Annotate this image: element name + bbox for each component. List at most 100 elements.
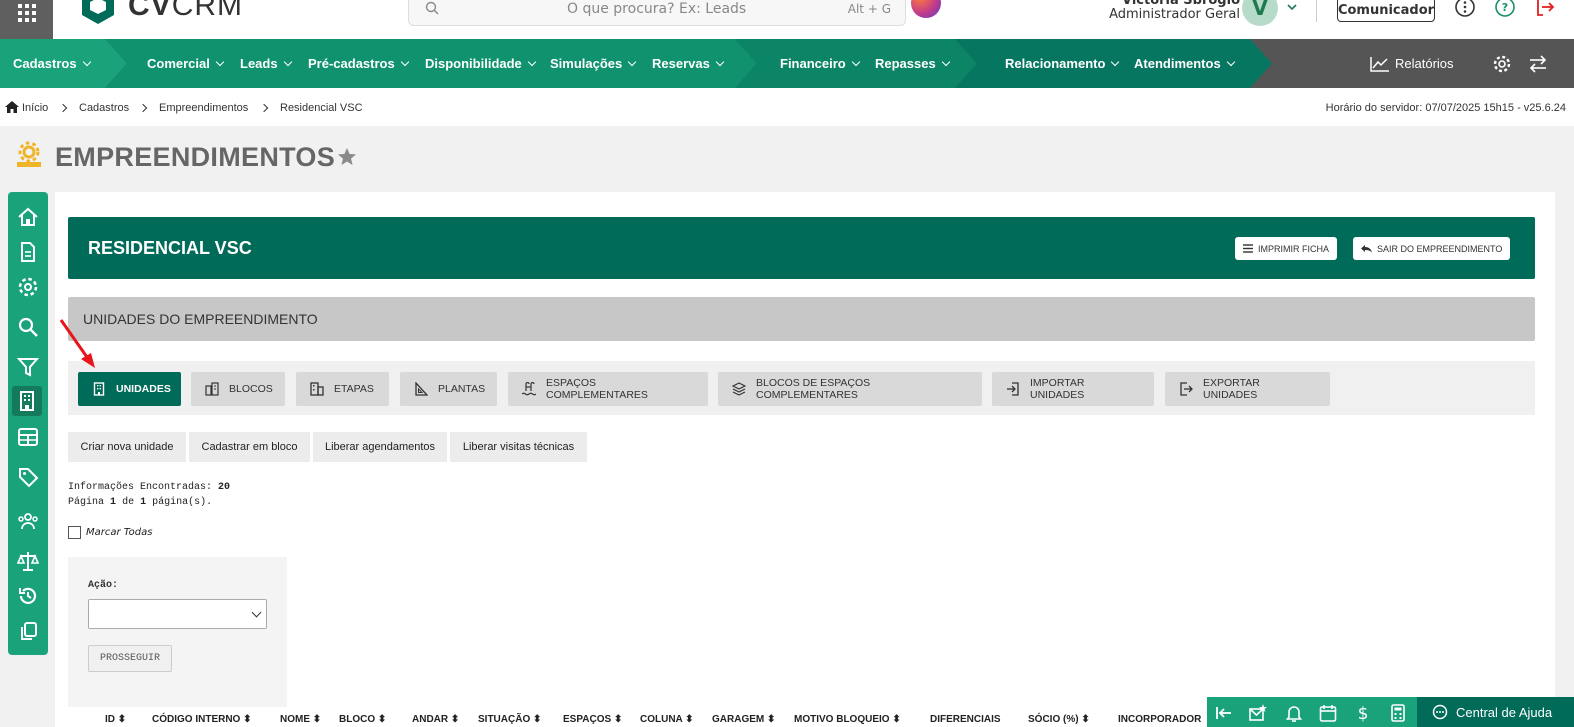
more-options-icon[interactable]	[1454, 0, 1476, 18]
results-count-line: Informações Encontradas: 20	[68, 482, 231, 493]
section-bar: UNIDADES DO EMPREENDIMENTO	[68, 297, 1535, 341]
apps-grid-icon	[17, 3, 36, 22]
tab-importar-unidades[interactable]: IMPORTAR UNIDADES	[992, 372, 1154, 406]
nav-relacionamento[interactable]: Relacionamento	[1005, 39, 1120, 88]
breadcrumb-empreendimentos[interactable]: Empreendimentos	[159, 102, 248, 114]
blocks-icon	[205, 382, 219, 396]
annotation-arrow	[59, 319, 95, 368]
home-icon[interactable]	[17, 206, 39, 228]
column-header-espacos[interactable]: ESPAÇOS ⬍	[563, 714, 622, 725]
column-header-motivo-bloqueio[interactable]: MOTIVO BLOQUEIO ⬍	[794, 714, 901, 725]
empreendimento-header: RESIDENCIAL VSC IMPRIMIR FICHA SAIR DO E…	[68, 217, 1535, 279]
proceed-button[interactable]: PROSSEGUIR	[88, 645, 172, 672]
breadcrumb-inicio[interactable]: Início	[22, 102, 48, 114]
logo[interactable]: CVCRM	[78, 0, 243, 26]
nav-simulacoes[interactable]: Simulações	[550, 39, 637, 88]
exit-empreendimento-button[interactable]: SAIR DO EMPREENDIMENTO	[1353, 237, 1511, 260]
mail-star-icon[interactable]	[1249, 704, 1267, 722]
release-schedules-button[interactable]: Liberar agendamentos	[313, 432, 447, 462]
nav-relatorios[interactable]: Relatórios	[1370, 39, 1454, 88]
document-icon[interactable]	[17, 241, 39, 263]
calculator-icon[interactable]	[1389, 704, 1407, 722]
tab-etapas[interactable]: ETAPAS	[296, 372, 389, 406]
chevron-down-icon	[251, 607, 262, 618]
tab-blocos[interactable]: BLOCOS	[191, 372, 285, 406]
column-header-coluna[interactable]: COLUNA ⬍	[640, 714, 694, 725]
search-icon[interactable]	[17, 316, 39, 338]
ai-assistant-orb[interactable]	[911, 0, 941, 18]
nav-comercial[interactable]: Comercial	[147, 39, 225, 88]
home-icon	[5, 101, 19, 113]
action-select[interactable]	[88, 599, 267, 629]
chevron-down-icon	[400, 57, 409, 66]
nav-pre-cadastros[interactable]: Pré-cadastros	[308, 39, 409, 88]
column-header-andar[interactable]: ANDAR ⬍	[412, 714, 459, 725]
history-icon[interactable]	[17, 585, 39, 607]
column-header-incorporador[interactable]: INCORPORADOR	[1118, 714, 1201, 725]
breadcrumb: Início Cadastros Empreendimentos Residen…	[0, 88, 1574, 126]
chat-bubble-icon	[1432, 704, 1448, 720]
breadcrumb-cadastros[interactable]: Cadastros	[79, 102, 129, 114]
user-info[interactable]: Victoria Sbrogio Administrador Geral	[1109, 0, 1240, 22]
chevron-down-icon	[715, 57, 725, 66]
create-unit-button[interactable]: Criar nova unidade	[68, 432, 186, 462]
bell-icon[interactable]	[1285, 704, 1303, 722]
search-shortcut: Alt + G	[847, 2, 891, 16]
main-navigation: Cadastros Comercial Leads Pré-cadastros …	[0, 39, 1574, 88]
nav-atendimentos[interactable]: Atendimentos	[1134, 39, 1235, 88]
global-search[interactable]: O que procura? Ex: Leads Alt + G	[408, 0, 906, 26]
tab-plantas[interactable]: PLANTAS	[400, 372, 497, 406]
breadcrumb-current: Residencial VSC	[280, 102, 363, 114]
table-icon[interactable]	[17, 426, 39, 448]
chevron-down-icon	[527, 57, 537, 66]
tab-unidades[interactable]: UNIDADES	[78, 372, 181, 406]
gear-building-icon	[17, 141, 41, 167]
tab-blocos-espacos-complementares[interactable]: BLOCOS DE ESPAÇOS COMPLEMENTARES	[718, 372, 982, 406]
column-header-codigo-interno[interactable]: CÓDIGO INTERNO ⬍	[152, 714, 252, 725]
page-title: EMPREENDIMENTOS	[55, 142, 336, 172]
nav-repasses[interactable]: Repasses	[875, 39, 950, 88]
column-header-situacao[interactable]: SITUAÇÃO ⬍	[478, 714, 541, 725]
scale-icon[interactable]	[17, 550, 39, 572]
users-icon[interactable]	[17, 510, 39, 532]
tab-exportar-unidades[interactable]: EXPORTAR UNIDADES	[1165, 372, 1330, 406]
nav-leads[interactable]: Leads	[240, 39, 292, 88]
communicator-button[interactable]: Comunicador	[1337, 0, 1435, 22]
column-header-id[interactable]: ID ⬍	[105, 714, 126, 725]
star-icon[interactable]	[337, 147, 357, 167]
dollar-icon[interactable]: $	[1354, 704, 1372, 722]
column-header-garagem[interactable]: GARAGEM ⬍	[712, 714, 775, 725]
apps-menu-button[interactable]	[0, 0, 53, 39]
select-all[interactable]: Marcar Todas	[68, 526, 152, 539]
print-sheet-button[interactable]: IMPRIMIR FICHA	[1235, 237, 1337, 260]
nav-cadastros[interactable]: Cadastros	[13, 39, 91, 88]
chevron-down-icon	[628, 57, 637, 66]
nav-reservas[interactable]: Reservas	[652, 39, 725, 88]
sidebar-item-buildings[interactable]	[12, 386, 42, 416]
nav-disponibilidade[interactable]: Disponibilidade	[425, 39, 537, 88]
calendar-icon[interactable]	[1319, 704, 1337, 722]
action-label: Ação:	[88, 580, 119, 591]
collapse-left-icon[interactable]	[1215, 704, 1233, 722]
column-header-diferenciais[interactable]: DIFERENCIAIS	[930, 714, 1001, 725]
select-all-checkbox[interactable]	[68, 526, 81, 539]
chevron-down-icon[interactable]	[1285, 0, 1299, 14]
tag-icon[interactable]	[17, 466, 39, 488]
column-header-bloco[interactable]: BLOCO ⬍	[339, 714, 386, 725]
gear-icon[interactable]	[1492, 54, 1512, 74]
copy-icon[interactable]	[17, 620, 39, 642]
help-center-button[interactable]: Central de Ajuda	[1417, 697, 1574, 727]
filter-icon[interactable]	[17, 356, 39, 378]
tab-espacos-complementares[interactable]: ESPAÇOS COMPLEMENTARES	[508, 372, 708, 406]
release-technical-visits-button[interactable]: Liberar visitas técnicas	[450, 432, 587, 462]
switch-arrows-icon[interactable]	[1528, 54, 1548, 74]
column-header-nome[interactable]: NOME ⬍	[280, 714, 321, 725]
nav-financeiro[interactable]: Financeiro	[780, 39, 860, 88]
avatar[interactable]: V	[1242, 0, 1278, 26]
logout-icon[interactable]	[1534, 0, 1556, 18]
help-icon[interactable]: ?	[1494, 0, 1516, 18]
section-title: UNIDADES DO EMPREENDIMENTO	[83, 311, 318, 327]
gear-icon[interactable]	[17, 276, 39, 298]
bulk-register-button[interactable]: Cadastrar em bloco	[189, 432, 310, 462]
column-header-socio[interactable]: SÓCIO (%) ⬍	[1028, 714, 1090, 725]
